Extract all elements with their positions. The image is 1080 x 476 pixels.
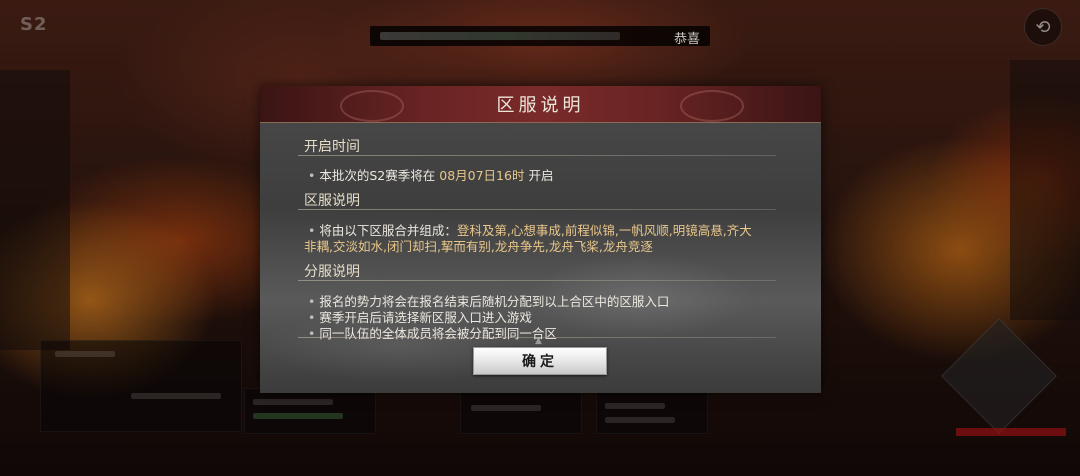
section-heading-split-info: 分服说明 [304, 264, 360, 280]
open-time-suffix: 开启 [524, 168, 554, 183]
server-info-dialog: 区服说明 开启时间 • 本批次的S2赛季将在 08月07日16时 开启 区服说明 … [260, 86, 821, 393]
section-heading-open-time: 开启时间 [304, 139, 360, 155]
open-time-line: • 本批次的S2赛季将在 08月07日16时 开启 [308, 165, 553, 184]
open-time-value: 08月07日16时 [439, 168, 525, 183]
header-ornament [340, 90, 404, 122]
section-divider [298, 280, 776, 281]
section-divider [298, 155, 776, 156]
scroll-up-icon: ▲ [535, 336, 542, 346]
dialog-header: 区服说明 [260, 86, 821, 123]
dialog-title: 区服说明 [496, 95, 585, 116]
header-ornament [680, 90, 744, 122]
list-item: • 同一队伍的全体成员将会被分配到同一合区 [308, 323, 557, 342]
open-time-prefix: 本批次的S2赛季将在 [319, 168, 440, 183]
bullet-icon: • [308, 168, 316, 183]
split-rule-text: 同一队伍的全体成员将会被分配到同一合区 [319, 326, 557, 341]
section-heading-server-info: 区服说明 [304, 193, 360, 209]
confirm-button[interactable]: 确定 [473, 347, 607, 375]
bullet-icon: • [308, 326, 316, 341]
section-divider [298, 209, 776, 210]
merge-servers-continuation: 非耦,交淡如水,闭门却扫,挈而有别,龙舟争先,龙舟飞桨,龙舟竞逐 [304, 239, 653, 254]
